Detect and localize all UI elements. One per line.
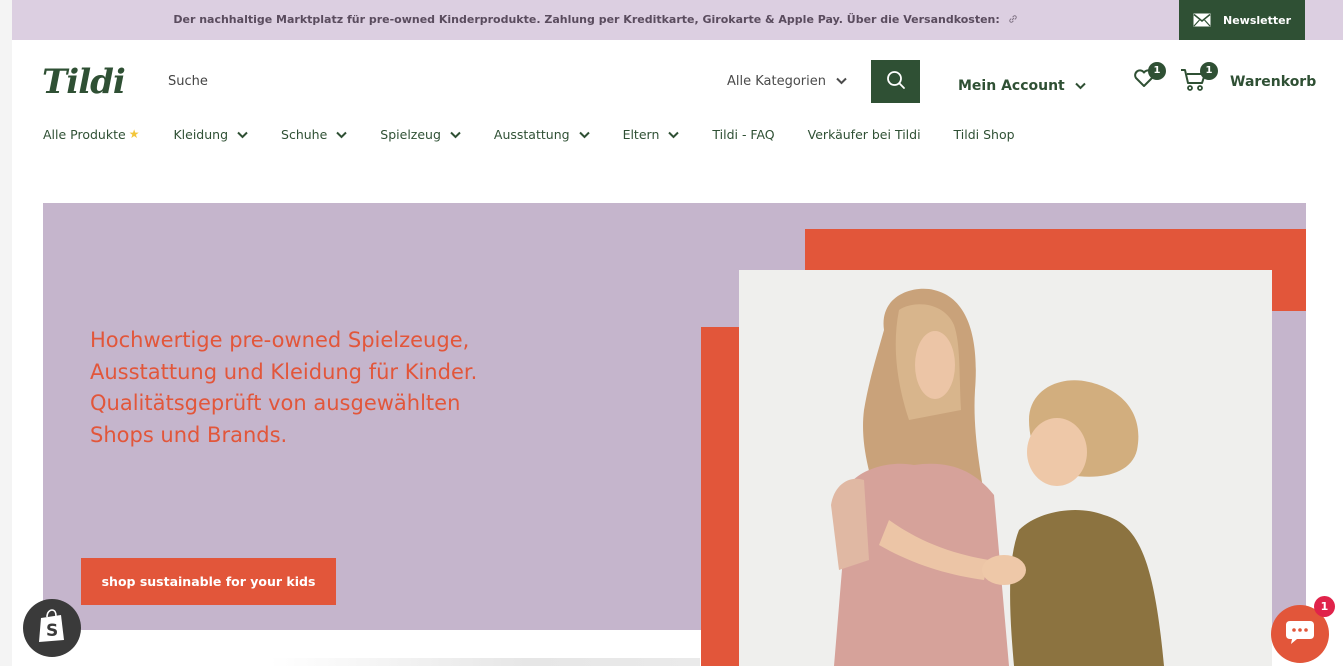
cart-button[interactable]: 1 <box>1180 62 1218 96</box>
announcement-text: Der nachhaltige Marktplatz für pre-owned… <box>173 13 1000 26</box>
nav-item-label: Tildi - FAQ <box>712 126 775 142</box>
search-button[interactable] <box>871 60 920 103</box>
cart-label[interactable]: Warenkorb <box>1230 74 1316 90</box>
nav-item-label: Tildi Shop <box>953 126 1015 142</box>
hero-decor-orange-left <box>701 327 741 666</box>
nav-item-label: Ausstattung <box>493 126 570 142</box>
chat-notification-badge: 1 <box>1314 596 1335 617</box>
account-menu[interactable]: Mein Account <box>958 78 1086 94</box>
hero-headline-line: Shops und Brands. <box>90 422 288 447</box>
nav-item-verkaeufer[interactable]: Verkäufer bei Tildi <box>808 127 921 142</box>
chevron-down-icon <box>668 127 680 142</box>
nav-item-ausstattung[interactable]: Ausstattung <box>494 127 590 142</box>
chat-bubble-icon <box>1285 619 1315 649</box>
search-input[interactable] <box>158 66 678 96</box>
chevron-down-icon <box>836 74 847 89</box>
nav-item-kleidung[interactable]: Kleidung <box>173 127 248 142</box>
hero-headline-line: Ausstattung und Kleidung für Kinder. <box>90 359 478 384</box>
hero-headline-line: Hochwertige pre-owned Spielzeuge, <box>90 328 470 352</box>
tildi-logo[interactable]: Tildi <box>42 62 126 102</box>
hero-decor-lilac-right <box>1272 311 1306 630</box>
nav-item-label: Kleidung <box>173 126 229 142</box>
nav-item-label: Eltern <box>622 126 660 142</box>
cart-count-badge: 1 <box>1200 62 1218 80</box>
nav-item-label: Alle Produkte <box>43 126 126 142</box>
category-select-label: Alle Kategorien <box>727 73 827 89</box>
newsletter-button[interactable]: Newsletter <box>1179 0 1305 40</box>
nav-item-tildi-faq[interactable]: Tildi - FAQ <box>712 127 774 142</box>
hero-photo-children <box>739 270 1272 666</box>
nav-item-spielzeug[interactable]: Spielzeug <box>380 127 461 142</box>
shop-cta-button[interactable]: shop sustainable for your kids <box>81 558 336 605</box>
announcement-text-wrap: Der nachhaltige Marktplatz für pre-owned… <box>12 0 1179 40</box>
shopify-button[interactable]: S <box>23 599 81 657</box>
main-nav: Alle Produkte ★ Kleidung Schuhe Spielzeu… <box>43 124 1048 144</box>
nav-item-eltern[interactable]: Eltern <box>623 127 680 142</box>
account-label: Mein Account <box>958 78 1065 94</box>
wishlist-button[interactable]: 1 <box>1132 62 1166 94</box>
below-hero-shadow <box>270 658 700 666</box>
chevron-down-icon <box>1075 78 1086 94</box>
chevron-down-icon <box>450 127 461 142</box>
cart-icon <box>1180 69 1208 96</box>
nav-item-tildi-shop[interactable]: Tildi Shop <box>954 127 1015 142</box>
nav-item-schuhe[interactable]: Schuhe <box>281 127 347 142</box>
nav-item-label: Verkäufer bei Tildi <box>807 126 921 142</box>
link-icon[interactable] <box>1008 13 1018 26</box>
search-icon <box>886 70 906 94</box>
category-select[interactable]: Alle Kategorien <box>727 66 847 96</box>
svg-text:S: S <box>46 621 58 641</box>
newsletter-label: Newsletter <box>1223 13 1292 27</box>
shopify-bag-icon: S <box>37 609 67 647</box>
wishlist-count-badge: 1 <box>1148 62 1166 80</box>
nav-item-label: Schuhe <box>281 126 328 142</box>
announcement-bar: Der nachhaltige Marktplatz für pre-owned… <box>12 0 1343 40</box>
nav-item-label: Spielzeug <box>380 126 441 142</box>
hero-headline-line: Qualitätsgeprüft von ausgewählten <box>90 391 461 415</box>
page: Der nachhaltige Marktplatz für pre-owned… <box>0 0 1343 666</box>
hero-headline: Hochwertige pre-owned Spielzeuge, Aussta… <box>90 325 560 451</box>
mail-icon <box>1193 13 1211 27</box>
chevron-down-icon <box>237 127 248 142</box>
nav-item-alle-produkte[interactable]: Alle Produkte ★ <box>43 127 139 142</box>
chevron-down-icon <box>336 127 347 142</box>
chevron-down-icon <box>578 127 590 142</box>
star-icon: ★ <box>128 127 140 141</box>
